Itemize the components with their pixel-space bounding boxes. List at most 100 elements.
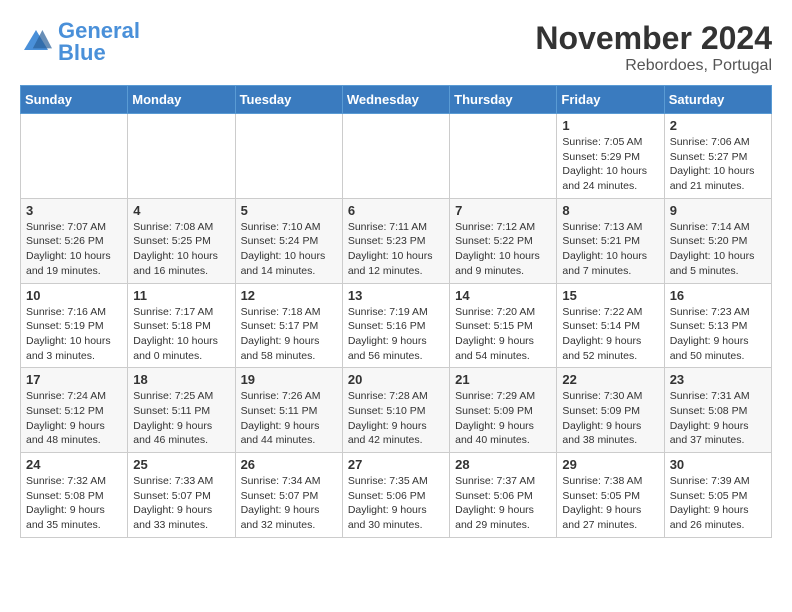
day-number: 18 (133, 372, 229, 387)
calendar-cell: 10Sunrise: 7:16 AMSunset: 5:19 PMDayligh… (21, 283, 128, 368)
day-info: Sunrise: 7:28 AMSunset: 5:10 PMDaylight:… (348, 389, 444, 448)
day-number: 17 (26, 372, 122, 387)
day-info: Sunrise: 7:30 AMSunset: 5:09 PMDaylight:… (562, 389, 658, 448)
day-info: Sunrise: 7:37 AMSunset: 5:06 PMDaylight:… (455, 474, 551, 533)
day-info: Sunrise: 7:23 AMSunset: 5:13 PMDaylight:… (670, 305, 766, 364)
day-number: 11 (133, 288, 229, 303)
calendar-cell (450, 114, 557, 199)
day-info: Sunrise: 7:22 AMSunset: 5:14 PMDaylight:… (562, 305, 658, 364)
calendar-cell: 22 Sunrise: 7:30 AMSunset: 5:09 PMDayligh… (557, 368, 664, 453)
calendar-cell: 27 Sunrise: 7:35 AMSunset: 5:06 PMDayligh… (342, 453, 449, 538)
day-number: 6 (348, 203, 444, 218)
day-info: Sunrise: 7:32 AMSunset: 5:08 PMDaylight:… (26, 474, 122, 533)
calendar-body: 1Sunrise: 7:05 AMSunset: 5:29 PMDaylight… (21, 114, 772, 538)
day-info: Sunrise: 7:38 AMSunset: 5:05 PMDaylight:… (562, 474, 658, 533)
title-block: November 2024 Rebordoes, Portugal (535, 20, 772, 75)
day-info: Sunrise: 7:10 AMSunset: 5:24 PMDaylight:… (241, 220, 337, 279)
day-number: 22 (562, 372, 658, 387)
calendar-cell: 23Sunrise: 7:31 AMSunset: 5:08 PMDayligh… (664, 368, 771, 453)
calendar-cell: 7Sunrise: 7:12 AMSunset: 5:22 PMDaylight… (450, 198, 557, 283)
day-number: 12 (241, 288, 337, 303)
day-number: 9 (670, 203, 766, 218)
calendar-table: SundayMondayTuesdayWednesdayThursdayFrid… (20, 85, 772, 538)
day-info: Sunrise: 7:08 AMSunset: 5:25 PMDaylight:… (133, 220, 229, 279)
calendar-week-row: 1Sunrise: 7:05 AMSunset: 5:29 PMDaylight… (21, 114, 772, 199)
location-subtitle: Rebordoes, Portugal (535, 57, 772, 75)
calendar-cell: 2Sunrise: 7:06 AMSunset: 5:27 PMDaylight… (664, 114, 771, 199)
calendar-cell: 14Sunrise: 7:20 AMSunset: 5:15 PMDayligh… (450, 283, 557, 368)
logo: GeneralBlue (20, 20, 140, 64)
day-number: 26 (241, 457, 337, 472)
calendar-cell: 30 Sunrise: 7:39 AMSunset: 5:05 PMDayligh… (664, 453, 771, 538)
day-number: 4 (133, 203, 229, 218)
day-info: Sunrise: 7:31 AMSunset: 5:08 PMDaylight:… (670, 389, 766, 448)
calendar-cell: 3Sunrise: 7:07 AMSunset: 5:26 PMDaylight… (21, 198, 128, 283)
calendar-week-row: 17 Sunrise: 7:24 AMSunset: 5:12 PMDayligh… (21, 368, 772, 453)
logo-text: GeneralBlue (58, 20, 140, 64)
day-info: Sunrise: 7:18 AMSunset: 5:17 PMDaylight:… (241, 305, 337, 364)
calendar-week-row: 24 Sunrise: 7:32 AMSunset: 5:08 PMDayligh… (21, 453, 772, 538)
calendar-cell: 17 Sunrise: 7:24 AMSunset: 5:12 PMDayligh… (21, 368, 128, 453)
day-info: Sunrise: 7:17 AMSunset: 5:18 PMDaylight:… (133, 305, 229, 364)
calendar-cell: 26 Sunrise: 7:34 AMSunset: 5:07 PMDayligh… (235, 453, 342, 538)
day-number: 25 (133, 457, 229, 472)
calendar-cell (235, 114, 342, 199)
calendar-cell: 12 Sunrise: 7:18 AMSunset: 5:17 PMDayligh… (235, 283, 342, 368)
day-number: 21 (455, 372, 551, 387)
calendar-cell: 24 Sunrise: 7:32 AMSunset: 5:08 PMDayligh… (21, 453, 128, 538)
calendar-cell: 6 Sunrise: 7:11 AMSunset: 5:23 PMDaylight… (342, 198, 449, 283)
weekday-header: Thursday (450, 86, 557, 114)
weekday-header: Sunday (21, 86, 128, 114)
day-number: 16 (670, 288, 766, 303)
calendar-cell: 8Sunrise: 7:13 AMSunset: 5:21 PMDaylight… (557, 198, 664, 283)
day-info: Sunrise: 7:34 AMSunset: 5:07 PMDaylight:… (241, 474, 337, 533)
day-number: 19 (241, 372, 337, 387)
calendar-cell: 28Sunrise: 7:37 AMSunset: 5:06 PMDayligh… (450, 453, 557, 538)
day-info: Sunrise: 7:14 AMSunset: 5:20 PMDaylight:… (670, 220, 766, 279)
calendar-cell: 25 Sunrise: 7:33 AMSunset: 5:07 PMDayligh… (128, 453, 235, 538)
calendar-cell (128, 114, 235, 199)
day-info: Sunrise: 7:25 AMSunset: 5:11 PMDaylight:… (133, 389, 229, 448)
day-number: 14 (455, 288, 551, 303)
day-info: Sunrise: 7:26 AMSunset: 5:11 PMDaylight:… (241, 389, 337, 448)
day-number: 13 (348, 288, 444, 303)
weekday-header: Monday (128, 86, 235, 114)
calendar-cell: 16 Sunrise: 7:23 AMSunset: 5:13 PMDayligh… (664, 283, 771, 368)
day-number: 5 (241, 203, 337, 218)
calendar-cell: 19 Sunrise: 7:26 AMSunset: 5:11 PMDayligh… (235, 368, 342, 453)
day-number: 30 (670, 457, 766, 472)
calendar-cell: 21 Sunrise: 7:29 AMSunset: 5:09 PMDayligh… (450, 368, 557, 453)
calendar-cell: 9 Sunrise: 7:14 AMSunset: 5:20 PMDaylight… (664, 198, 771, 283)
calendar-cell (21, 114, 128, 199)
day-info: Sunrise: 7:33 AMSunset: 5:07 PMDaylight:… (133, 474, 229, 533)
day-info: Sunrise: 7:24 AMSunset: 5:12 PMDaylight:… (26, 389, 122, 448)
day-info: Sunrise: 7:13 AMSunset: 5:21 PMDaylight:… (562, 220, 658, 279)
calendar-week-row: 3Sunrise: 7:07 AMSunset: 5:26 PMDaylight… (21, 198, 772, 283)
day-info: Sunrise: 7:12 AMSunset: 5:22 PMDaylight:… (455, 220, 551, 279)
calendar-cell: 29Sunrise: 7:38 AMSunset: 5:05 PMDayligh… (557, 453, 664, 538)
page-header: GeneralBlue November 2024 Rebordoes, Por… (20, 20, 772, 75)
day-number: 27 (348, 457, 444, 472)
calendar-cell: 15Sunrise: 7:22 AMSunset: 5:14 PMDayligh… (557, 283, 664, 368)
weekday-header: Wednesday (342, 86, 449, 114)
calendar-header: SundayMondayTuesdayWednesdayThursdayFrid… (21, 86, 772, 114)
weekday-row: SundayMondayTuesdayWednesdayThursdayFrid… (21, 86, 772, 114)
day-info: Sunrise: 7:35 AMSunset: 5:06 PMDaylight:… (348, 474, 444, 533)
day-info: Sunrise: 7:29 AMSunset: 5:09 PMDaylight:… (455, 389, 551, 448)
day-info: Sunrise: 7:06 AMSunset: 5:27 PMDaylight:… (670, 135, 766, 194)
month-title: November 2024 (535, 20, 772, 57)
day-number: 24 (26, 457, 122, 472)
day-number: 10 (26, 288, 122, 303)
weekday-header: Friday (557, 86, 664, 114)
calendar-cell: 11 Sunrise: 7:17 AMSunset: 5:18 PMDayligh… (128, 283, 235, 368)
weekday-header: Saturday (664, 86, 771, 114)
calendar-cell: 5 Sunrise: 7:10 AMSunset: 5:24 PMDaylight… (235, 198, 342, 283)
calendar-cell: 4 Sunrise: 7:08 AMSunset: 5:25 PMDaylight… (128, 198, 235, 283)
calendar-cell: 1Sunrise: 7:05 AMSunset: 5:29 PMDaylight… (557, 114, 664, 199)
calendar-cell: 18 Sunrise: 7:25 AMSunset: 5:11 PMDayligh… (128, 368, 235, 453)
day-info: Sunrise: 7:11 AMSunset: 5:23 PMDaylight:… (348, 220, 444, 279)
day-number: 1 (562, 118, 658, 133)
calendar-cell: 20Sunrise: 7:28 AMSunset: 5:10 PMDayligh… (342, 368, 449, 453)
calendar-week-row: 10Sunrise: 7:16 AMSunset: 5:19 PMDayligh… (21, 283, 772, 368)
day-info: Sunrise: 7:39 AMSunset: 5:05 PMDaylight:… (670, 474, 766, 533)
